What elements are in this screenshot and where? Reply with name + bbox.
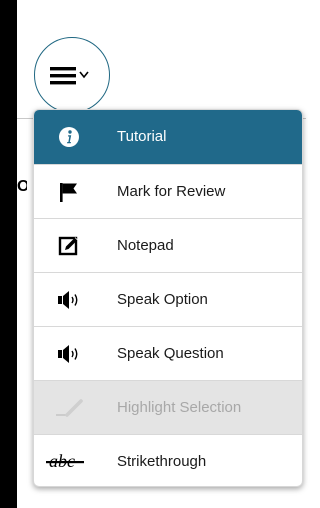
menu-item-tutorial[interactable]: Tutorial — [34, 110, 302, 164]
highlighter-icon — [54, 393, 84, 423]
menu-item-label: Mark for Review — [117, 183, 226, 200]
tools-menu-button[interactable] — [34, 37, 110, 113]
tools-dropdown-menu: Tutorial Mark for Review Notepad Speak O… — [33, 109, 303, 487]
menu-item-label: Speak Option — [117, 291, 208, 308]
strikethrough-icon: abc — [46, 447, 86, 477]
menu-item-label: Speak Question — [117, 345, 224, 362]
menu-item-label: Strikethrough — [117, 453, 207, 470]
app-frame: O Tutorial Mark for Review Notepad Speak… — [0, 0, 306, 508]
window-border — [0, 0, 17, 508]
speaker-icon — [54, 285, 84, 315]
menu-item-speak-question[interactable]: Speak Question — [34, 326, 302, 380]
speaker-icon — [54, 339, 84, 369]
menu-item-label: Highlight Selection — [117, 399, 242, 416]
menu-item-notepad[interactable]: Notepad — [34, 218, 302, 272]
menu-item-highlight-selection: Highlight Selection — [34, 380, 302, 434]
menu-item-label: Tutorial — [117, 128, 167, 145]
menu-item-strikethrough[interactable]: abc Strikethrough — [34, 434, 302, 486]
menu-item-speak-option[interactable]: Speak Option — [34, 272, 302, 326]
menu-item-label: Notepad — [117, 237, 174, 254]
info-icon — [54, 122, 84, 152]
hamburger-icon — [50, 67, 89, 85]
clipped-text: O — [17, 178, 27, 195]
notepad-icon — [54, 231, 84, 261]
flag-icon — [54, 177, 84, 207]
menu-item-mark-for-review[interactable]: Mark for Review — [34, 164, 302, 218]
